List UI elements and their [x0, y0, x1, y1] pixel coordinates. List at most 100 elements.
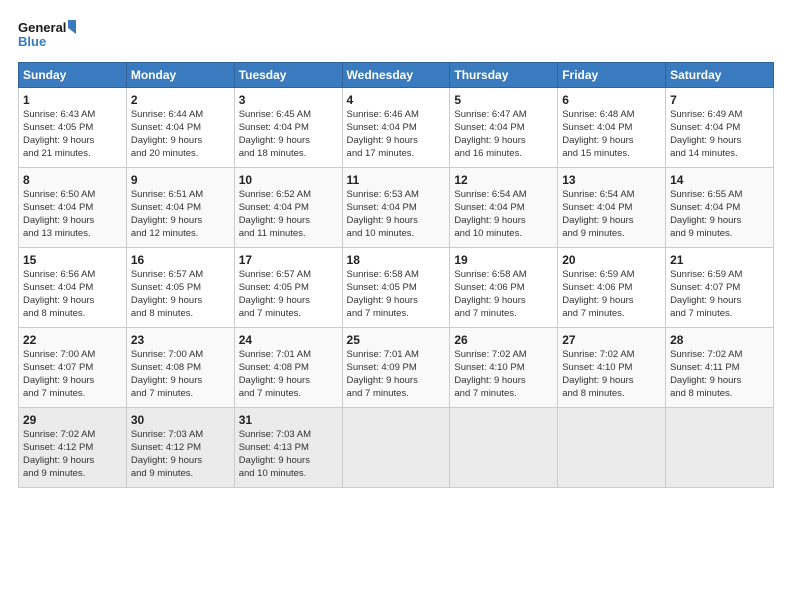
calendar-cell: 8Sunrise: 6:50 AMSunset: 4:04 PMDaylight…: [19, 168, 127, 248]
calendar-cell: 17Sunrise: 6:57 AMSunset: 4:05 PMDayligh…: [234, 248, 342, 328]
cell-info: Sunrise: 7:00 AMSunset: 4:08 PMDaylight:…: [131, 349, 203, 398]
calendar-week-3: 15Sunrise: 6:56 AMSunset: 4:04 PMDayligh…: [19, 248, 774, 328]
calendar-cell: 10Sunrise: 6:52 AMSunset: 4:04 PMDayligh…: [234, 168, 342, 248]
day-number: 28: [670, 332, 769, 348]
cell-info: Sunrise: 6:51 AMSunset: 4:04 PMDaylight:…: [131, 189, 203, 238]
cell-info: Sunrise: 7:01 AMSunset: 4:08 PMDaylight:…: [239, 349, 311, 398]
header-friday: Friday: [558, 63, 666, 88]
day-number: 3: [239, 92, 338, 108]
day-number: 23: [131, 332, 230, 348]
cell-info: Sunrise: 7:02 AMSunset: 4:10 PMDaylight:…: [562, 349, 634, 398]
day-number: 20: [562, 252, 661, 268]
calendar-cell: 25Sunrise: 7:01 AMSunset: 4:09 PMDayligh…: [342, 328, 450, 408]
page: GeneralBlue SundayMondayTuesdayWednesday…: [0, 0, 792, 612]
cell-info: Sunrise: 6:59 AMSunset: 4:07 PMDaylight:…: [670, 269, 742, 318]
day-number: 6: [562, 92, 661, 108]
calendar-cell: 18Sunrise: 6:58 AMSunset: 4:05 PMDayligh…: [342, 248, 450, 328]
day-number: 30: [131, 412, 230, 428]
calendar-cell: 13Sunrise: 6:54 AMSunset: 4:04 PMDayligh…: [558, 168, 666, 248]
calendar-cell: 26Sunrise: 7:02 AMSunset: 4:10 PMDayligh…: [450, 328, 558, 408]
day-number: 19: [454, 252, 553, 268]
day-number: 2: [131, 92, 230, 108]
cell-info: Sunrise: 7:01 AMSunset: 4:09 PMDaylight:…: [347, 349, 419, 398]
cell-info: Sunrise: 6:53 AMSunset: 4:04 PMDaylight:…: [347, 189, 419, 238]
day-number: 29: [23, 412, 122, 428]
cell-info: Sunrise: 7:00 AMSunset: 4:07 PMDaylight:…: [23, 349, 95, 398]
calendar-week-4: 22Sunrise: 7:00 AMSunset: 4:07 PMDayligh…: [19, 328, 774, 408]
cell-info: Sunrise: 6:43 AMSunset: 4:05 PMDaylight:…: [23, 109, 95, 158]
calendar-cell: 31Sunrise: 7:03 AMSunset: 4:13 PMDayligh…: [234, 408, 342, 488]
calendar-cell: 28Sunrise: 7:02 AMSunset: 4:11 PMDayligh…: [666, 328, 774, 408]
calendar-cell: 20Sunrise: 6:59 AMSunset: 4:06 PMDayligh…: [558, 248, 666, 328]
day-number: 15: [23, 252, 122, 268]
day-number: 10: [239, 172, 338, 188]
svg-text:Blue: Blue: [18, 34, 46, 49]
header-wednesday: Wednesday: [342, 63, 450, 88]
cell-info: Sunrise: 6:50 AMSunset: 4:04 PMDaylight:…: [23, 189, 95, 238]
calendar-week-2: 8Sunrise: 6:50 AMSunset: 4:04 PMDaylight…: [19, 168, 774, 248]
header: GeneralBlue: [18, 18, 774, 54]
day-number: 9: [131, 172, 230, 188]
calendar-cell: 2Sunrise: 6:44 AMSunset: 4:04 PMDaylight…: [126, 88, 234, 168]
calendar-cell: 14Sunrise: 6:55 AMSunset: 4:04 PMDayligh…: [666, 168, 774, 248]
cell-info: Sunrise: 6:49 AMSunset: 4:04 PMDaylight:…: [670, 109, 742, 158]
header-thursday: Thursday: [450, 63, 558, 88]
day-number: 1: [23, 92, 122, 108]
day-number: 21: [670, 252, 769, 268]
svg-text:General: General: [18, 20, 66, 35]
day-number: 16: [131, 252, 230, 268]
calendar-cell: 3Sunrise: 6:45 AMSunset: 4:04 PMDaylight…: [234, 88, 342, 168]
day-number: 17: [239, 252, 338, 268]
calendar-cell: 27Sunrise: 7:02 AMSunset: 4:10 PMDayligh…: [558, 328, 666, 408]
calendar-week-1: 1Sunrise: 6:43 AMSunset: 4:05 PMDaylight…: [19, 88, 774, 168]
cell-info: Sunrise: 6:47 AMSunset: 4:04 PMDaylight:…: [454, 109, 526, 158]
cell-info: Sunrise: 7:03 AMSunset: 4:13 PMDaylight:…: [239, 429, 311, 478]
day-number: 11: [347, 172, 446, 188]
calendar-cell: 12Sunrise: 6:54 AMSunset: 4:04 PMDayligh…: [450, 168, 558, 248]
calendar-cell: [450, 408, 558, 488]
day-number: 4: [347, 92, 446, 108]
calendar-cell: 11Sunrise: 6:53 AMSunset: 4:04 PMDayligh…: [342, 168, 450, 248]
cell-info: Sunrise: 7:02 AMSunset: 4:12 PMDaylight:…: [23, 429, 95, 478]
day-number: 5: [454, 92, 553, 108]
logo-svg: GeneralBlue: [18, 18, 78, 54]
header-saturday: Saturday: [666, 63, 774, 88]
calendar-cell: 30Sunrise: 7:03 AMSunset: 4:12 PMDayligh…: [126, 408, 234, 488]
day-number: 18: [347, 252, 446, 268]
cell-info: Sunrise: 7:02 AMSunset: 4:10 PMDaylight:…: [454, 349, 526, 398]
calendar-cell: 1Sunrise: 6:43 AMSunset: 4:05 PMDaylight…: [19, 88, 127, 168]
calendar-header-row: SundayMondayTuesdayWednesdayThursdayFrid…: [19, 63, 774, 88]
calendar-cell: 21Sunrise: 6:59 AMSunset: 4:07 PMDayligh…: [666, 248, 774, 328]
day-number: 14: [670, 172, 769, 188]
calendar-week-5: 29Sunrise: 7:02 AMSunset: 4:12 PMDayligh…: [19, 408, 774, 488]
day-number: 27: [562, 332, 661, 348]
calendar-cell: 23Sunrise: 7:00 AMSunset: 4:08 PMDayligh…: [126, 328, 234, 408]
header-sunday: Sunday: [19, 63, 127, 88]
day-number: 7: [670, 92, 769, 108]
calendar-cell: 9Sunrise: 6:51 AMSunset: 4:04 PMDaylight…: [126, 168, 234, 248]
cell-info: Sunrise: 6:44 AMSunset: 4:04 PMDaylight:…: [131, 109, 203, 158]
calendar-cell: 7Sunrise: 6:49 AMSunset: 4:04 PMDaylight…: [666, 88, 774, 168]
cell-info: Sunrise: 6:56 AMSunset: 4:04 PMDaylight:…: [23, 269, 95, 318]
calendar-cell: 15Sunrise: 6:56 AMSunset: 4:04 PMDayligh…: [19, 248, 127, 328]
cell-info: Sunrise: 6:57 AMSunset: 4:05 PMDaylight:…: [131, 269, 203, 318]
cell-info: Sunrise: 6:46 AMSunset: 4:04 PMDaylight:…: [347, 109, 419, 158]
day-number: 8: [23, 172, 122, 188]
cell-info: Sunrise: 7:02 AMSunset: 4:11 PMDaylight:…: [670, 349, 742, 398]
cell-info: Sunrise: 6:54 AMSunset: 4:04 PMDaylight:…: [454, 189, 526, 238]
logo: GeneralBlue: [18, 18, 78, 54]
cell-info: Sunrise: 6:57 AMSunset: 4:05 PMDaylight:…: [239, 269, 311, 318]
day-number: 22: [23, 332, 122, 348]
calendar-cell: 19Sunrise: 6:58 AMSunset: 4:06 PMDayligh…: [450, 248, 558, 328]
cell-info: Sunrise: 6:59 AMSunset: 4:06 PMDaylight:…: [562, 269, 634, 318]
calendar-table: SundayMondayTuesdayWednesdayThursdayFrid…: [18, 62, 774, 488]
calendar-cell: 29Sunrise: 7:02 AMSunset: 4:12 PMDayligh…: [19, 408, 127, 488]
cell-info: Sunrise: 6:55 AMSunset: 4:04 PMDaylight:…: [670, 189, 742, 238]
day-number: 13: [562, 172, 661, 188]
day-number: 12: [454, 172, 553, 188]
calendar-cell: [558, 408, 666, 488]
calendar-cell: [666, 408, 774, 488]
calendar-cell: 6Sunrise: 6:48 AMSunset: 4:04 PMDaylight…: [558, 88, 666, 168]
calendar-cell: [342, 408, 450, 488]
cell-info: Sunrise: 6:54 AMSunset: 4:04 PMDaylight:…: [562, 189, 634, 238]
